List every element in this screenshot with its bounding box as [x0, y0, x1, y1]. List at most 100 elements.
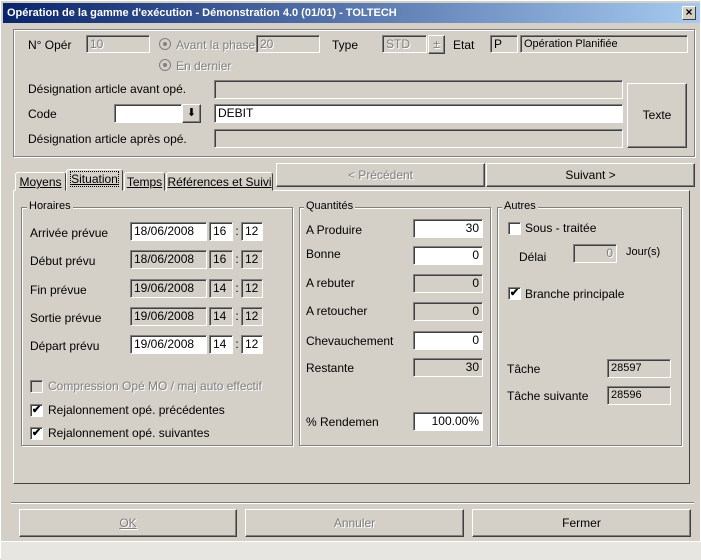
- sortie-label: Sortie prévue: [30, 311, 102, 325]
- autres-legend: Autres: [502, 200, 538, 212]
- debut-date: 18/06/2008: [130, 250, 207, 269]
- code-label: Code: [28, 107, 57, 121]
- depart-date[interactable]: 19/06/2008: [130, 335, 207, 354]
- annuler-button[interactable]: Annuler: [245, 509, 464, 537]
- chevauchement-label: Chevauchement: [306, 334, 394, 348]
- tache-suiv-label: Tâche suivante: [507, 389, 589, 403]
- compression-label: Compression Opé MO / maj auto effectif: [48, 379, 262, 393]
- bonne-field[interactable]: 0: [413, 246, 483, 265]
- fin-label: Fin prévue: [30, 283, 87, 297]
- sous-traitee-checkbox[interactable]: [508, 222, 521, 235]
- tache-label: Tâche: [507, 362, 541, 376]
- a-rebuter-field: 0: [413, 274, 483, 293]
- restante-field: 30: [413, 358, 483, 377]
- rejal-prec-label: Rejalonnement opé. précédentes: [48, 403, 225, 417]
- ok-button[interactable]: OK: [19, 509, 237, 537]
- fin-colon: :: [235, 281, 239, 295]
- depart-colon: :: [235, 337, 239, 351]
- avant-phase-field[interactable]: 20: [256, 35, 320, 53]
- sortie-date: 19/06/2008: [130, 307, 207, 326]
- rejal-suiv-checkbox[interactable]: ✔: [30, 427, 43, 440]
- type-label: Type: [332, 38, 359, 52]
- texte-button[interactable]: Texte: [627, 83, 687, 148]
- no-oper-label: N° Opér: [28, 38, 72, 52]
- tab-situation[interactable]: Situation: [66, 169, 123, 191]
- title-bar: Opération de la gamme d'exécution - Démo…: [3, 3, 700, 23]
- delai-field[interactable]: 0: [573, 244, 617, 263]
- fermer-button[interactable]: Fermer: [472, 509, 691, 537]
- tab-situation-label: Situation: [70, 171, 119, 187]
- tab-moyens-label: Moyens: [19, 175, 62, 189]
- branche-label: Branche principale: [525, 287, 625, 301]
- radio-en-dernier[interactable]: [159, 59, 171, 71]
- desig-apres-label: Désignation article après opé.: [28, 132, 187, 146]
- arrivee-hour[interactable]: 16: [209, 222, 233, 241]
- tab-temps-label: Temps: [126, 175, 163, 189]
- autres-group: [497, 207, 682, 446]
- footer-divider: [11, 502, 694, 503]
- horaires-legend: Horaires: [27, 200, 73, 212]
- arrivee-colon: :: [235, 224, 239, 238]
- compression-checkbox[interactable]: [30, 380, 43, 393]
- close-icon[interactable]: ×: [682, 6, 696, 20]
- a-produire-field[interactable]: 30: [413, 219, 483, 238]
- desig-apres-field[interactable]: [214, 129, 623, 148]
- window-title: Opération de la gamme d'exécution - Démo…: [7, 7, 397, 19]
- type-field[interactable]: STD: [382, 35, 427, 53]
- jours-label: Jour(s): [626, 246, 661, 258]
- debut-minute: 12: [241, 250, 263, 269]
- radio-avant-label: Avant la phase: [176, 38, 256, 52]
- desig-avant-label: Désignation article avant opé.: [28, 82, 187, 96]
- tab-references[interactable]: Références et Suivi: [166, 172, 273, 191]
- tab-temps[interactable]: Temps: [124, 172, 165, 191]
- tache-field: 28597: [607, 359, 671, 378]
- radio-dernier-label: En dernier: [176, 59, 232, 73]
- a-retoucher-label: A retoucher: [306, 304, 368, 318]
- previous-button[interactable]: < Précédent: [276, 163, 485, 187]
- tache-suiv-field: 28596: [607, 386, 671, 405]
- sortie-colon: :: [235, 309, 239, 323]
- status-bar: [1, 541, 701, 560]
- depart-hour[interactable]: 14: [209, 335, 233, 354]
- sortie-minute: 12: [241, 307, 263, 326]
- branche-checkbox[interactable]: ✔: [508, 287, 521, 300]
- debut-colon: :: [235, 252, 239, 266]
- next-button[interactable]: Suivant >: [486, 163, 695, 187]
- debut-hour: 16: [209, 250, 233, 269]
- a-produire-label: A Produire: [306, 223, 363, 237]
- code-description-field[interactable]: DEBIT: [214, 104, 623, 123]
- fin-minute: 12: [241, 279, 263, 298]
- a-retoucher-field: 0: [413, 302, 483, 321]
- rejal-prec-checkbox[interactable]: ✔: [30, 404, 43, 417]
- rendement-field[interactable]: 100.00%: [413, 412, 483, 431]
- etat-label: Etat: [453, 38, 475, 52]
- quantites-group: [299, 207, 491, 446]
- depart-minute[interactable]: 12: [241, 335, 263, 354]
- depart-label: Départ prévu: [30, 339, 100, 353]
- chevauchement-field[interactable]: 0: [413, 331, 483, 350]
- arrivee-date[interactable]: 18/06/2008: [130, 222, 207, 241]
- rendement-label: % Rendemen: [306, 415, 379, 429]
- no-oper-field[interactable]: 10: [86, 35, 150, 53]
- rejal-suiv-label: Rejalonnement opé. suivantes: [48, 426, 210, 440]
- etat-code-field: P: [490, 35, 518, 53]
- sortie-hour: 14: [209, 307, 233, 326]
- restante-label: Restante: [306, 361, 355, 375]
- code-input[interactable]: [114, 104, 182, 123]
- a-rebuter-label: A rebuter: [306, 276, 355, 290]
- tab-references-label: Références et Suivi: [167, 175, 272, 189]
- tab-moyens[interactable]: Moyens: [15, 172, 66, 191]
- arrivee-label: Arrivée prévue: [30, 226, 109, 240]
- bonne-label: Bonne: [306, 247, 341, 261]
- arrivee-minute[interactable]: 12: [241, 222, 263, 241]
- type-select-button[interactable]: ±: [428, 35, 445, 54]
- delai-label: Délai: [519, 250, 547, 264]
- quantites-legend: Quantités: [304, 200, 356, 212]
- desig-avant-field[interactable]: [214, 80, 623, 99]
- fin-hour: 14: [209, 279, 233, 298]
- dialog-window: Opération de la gamme d'exécution - Démo…: [0, 0, 701, 560]
- radio-avant-phase[interactable]: [159, 38, 171, 50]
- debut-label: Début prévu: [30, 254, 96, 268]
- etat-field: Opération Planifiée: [520, 35, 688, 53]
- code-dropdown-button[interactable]: ⬇: [182, 104, 201, 123]
